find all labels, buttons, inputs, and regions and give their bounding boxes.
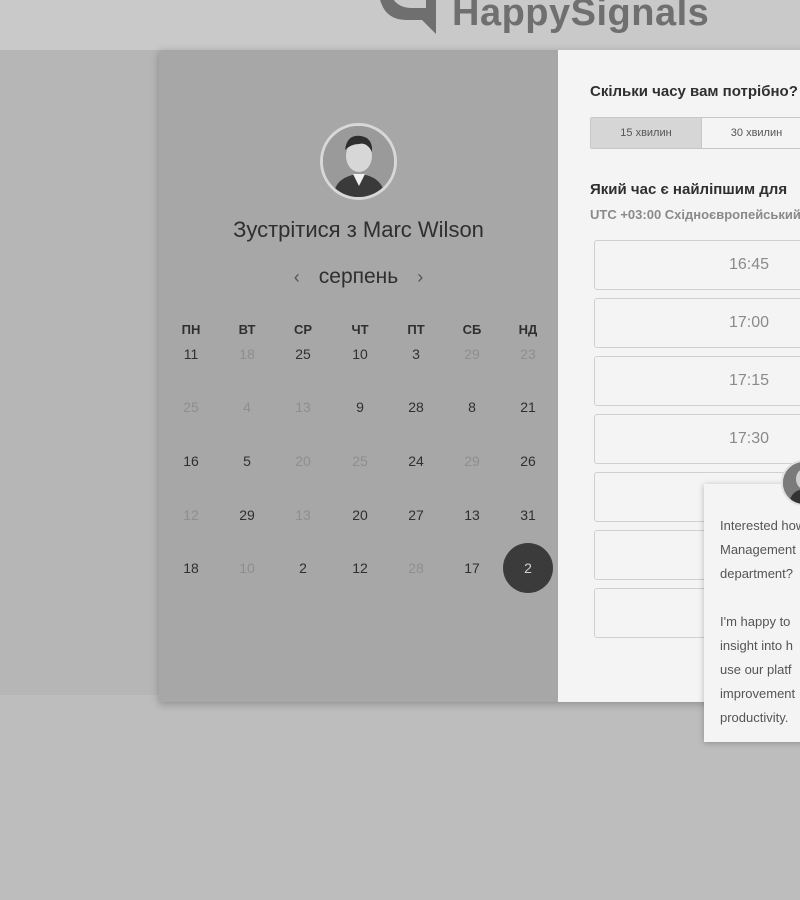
chat-message-line: Management — [720, 542, 796, 557]
calendar-day[interactable]: 2 — [278, 543, 328, 593]
calendar-day[interactable]: 16 — [166, 436, 216, 486]
calendar-day: 29 — [464, 453, 480, 469]
calendar-day: 20 — [295, 453, 311, 469]
calendar-day[interactable]: 21 — [503, 382, 553, 432]
calendar-day[interactable]: 25 — [278, 329, 328, 379]
calendar-day: 23 — [520, 346, 536, 362]
calendar-panel: Зустрітися з Marc Wilson ‹ серпень › ПН В… — [159, 50, 558, 702]
time-slot-button[interactable]: 17:15 — [594, 356, 800, 406]
calendar-day[interactable]: 13 — [447, 490, 497, 540]
brand-logo[interactable]: HappySignals — [372, 0, 709, 34]
calendar-day[interactable]: 27 — [391, 490, 441, 540]
calendar-day[interactable]: 20 — [335, 490, 385, 540]
chat-message-line: department? — [720, 566, 793, 581]
calendar-day: 10 — [239, 560, 255, 576]
chat-message-line: Interested how — [720, 518, 800, 533]
calendar-day[interactable]: 17 — [447, 543, 497, 593]
chevron-right-icon[interactable]: › — [412, 267, 428, 288]
meeting-title: Зустрітися з Marc Wilson — [159, 217, 558, 243]
chat-popup[interactable]: Interested how Management department? I'm … — [704, 484, 800, 742]
host-name: Marc Wilson — [362, 217, 484, 242]
brand-name: HappySignals — [452, 0, 710, 34]
calendar-day: 13 — [295, 399, 311, 415]
duration-selector: 15 хвилин 30 хвилин — [590, 117, 800, 149]
calendar-day[interactable]: 24 — [391, 436, 441, 486]
chevron-left-icon[interactable]: ‹ — [289, 267, 305, 288]
calendar-day: 28 — [408, 560, 424, 576]
calendar-day[interactable]: 3 — [391, 329, 441, 379]
time-question: Який час є найліпшим для — [590, 181, 788, 198]
calendar-day[interactable]: 12 — [335, 543, 385, 593]
page-backdrop — [0, 50, 160, 695]
chat-message-line: I'm happy to — [720, 614, 791, 629]
chat-message-line: improvement — [720, 686, 796, 701]
calendar-day: 12 — [183, 507, 199, 523]
duration-option[interactable]: 30 хвилин — [701, 118, 800, 148]
calendar-day[interactable]: 26 — [503, 436, 553, 486]
calendar-day[interactable]: 29 — [222, 490, 272, 540]
calendar-day-selected[interactable]: 2 — [503, 543, 553, 593]
month-navigation: ‹ серпень › — [159, 263, 558, 291]
calendar-day[interactable]: 18 — [166, 543, 216, 593]
speech-bubble-logo-icon — [372, 0, 440, 34]
chat-message-line: insight into h — [720, 638, 793, 653]
duration-question: Скільки часу вам потрібно? — [590, 83, 798, 100]
time-slot-button[interactable]: 17:30 — [594, 414, 800, 464]
calendar-day[interactable]: 11 — [166, 329, 216, 379]
calendar-day[interactable]: 28 — [391, 382, 441, 432]
calendar-day[interactable]: 31 — [503, 490, 553, 540]
chat-message-line — [720, 586, 800, 610]
calendar-day: 29 — [464, 346, 480, 362]
current-month: серпень — [318, 265, 399, 288]
time-slot-button[interactable]: 16:45 — [594, 240, 800, 290]
time-slot-button[interactable]: 17:00 — [594, 298, 800, 348]
calendar-day[interactable]: 10 — [335, 329, 385, 379]
chat-message-line: use our platf — [720, 662, 792, 677]
calendar-day: 18 — [239, 346, 255, 362]
calendar-day: 4 — [243, 399, 251, 415]
calendar-day[interactable]: 8 — [447, 382, 497, 432]
timezone-label[interactable]: UTC +03:00 Східноєвропейський — [590, 207, 800, 222]
calendar-day[interactable]: 9 — [335, 382, 385, 432]
chat-message-line: productivity. — [720, 710, 789, 725]
calendar-day: 25 — [183, 399, 199, 415]
host-avatar — [320, 123, 397, 200]
meeting-title-prefix: Зустрітися з — [233, 217, 357, 242]
duration-option[interactable]: 15 хвилин — [591, 118, 701, 148]
calendar-day[interactable]: 5 — [222, 436, 272, 486]
calendar-day: 25 — [352, 453, 368, 469]
calendar-day: 13 — [295, 507, 311, 523]
